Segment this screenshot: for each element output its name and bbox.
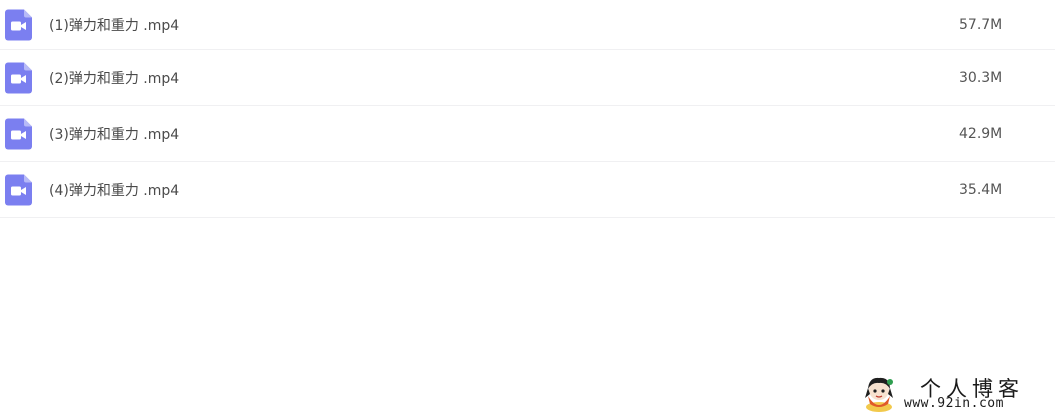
cartoon-avatar-icon bbox=[865, 377, 893, 412]
file-name[interactable]: (4)弹力和重力 .mp4 bbox=[49, 180, 179, 200]
file-row[interactable]: (3)弹力和重力 .mp4 42.9M bbox=[0, 106, 1055, 162]
file-size: 42.9M bbox=[959, 125, 1003, 142]
video-file-icon bbox=[5, 62, 32, 93]
file-list: (1)弹力和重力 .mp4 57.7M (2)弹力和重力 .mp4 30.3M … bbox=[0, 0, 1055, 218]
video-file-icon bbox=[5, 118, 32, 149]
watermark-url: www.92in.com bbox=[904, 396, 1004, 411]
video-file-icon bbox=[5, 9, 32, 40]
video-file-icon bbox=[5, 174, 32, 205]
file-row[interactable]: (1)弹力和重力 .mp4 57.7M bbox=[0, 0, 1055, 50]
file-row[interactable]: (2)弹力和重力 .mp4 30.3M bbox=[0, 50, 1055, 106]
file-name[interactable]: (1)弹力和重力 .mp4 bbox=[49, 15, 179, 35]
file-name[interactable]: (2)弹力和重力 .mp4 bbox=[49, 68, 179, 88]
watermark: 个人博客 www.92in.com bbox=[862, 373, 1048, 413]
file-name[interactable]: (3)弹力和重力 .mp4 bbox=[49, 124, 179, 144]
file-size: 57.7M bbox=[959, 16, 1003, 33]
file-size: 30.3M bbox=[959, 69, 1003, 86]
file-size: 35.4M bbox=[959, 181, 1003, 198]
file-row[interactable]: (4)弹力和重力 .mp4 35.4M bbox=[0, 162, 1055, 218]
